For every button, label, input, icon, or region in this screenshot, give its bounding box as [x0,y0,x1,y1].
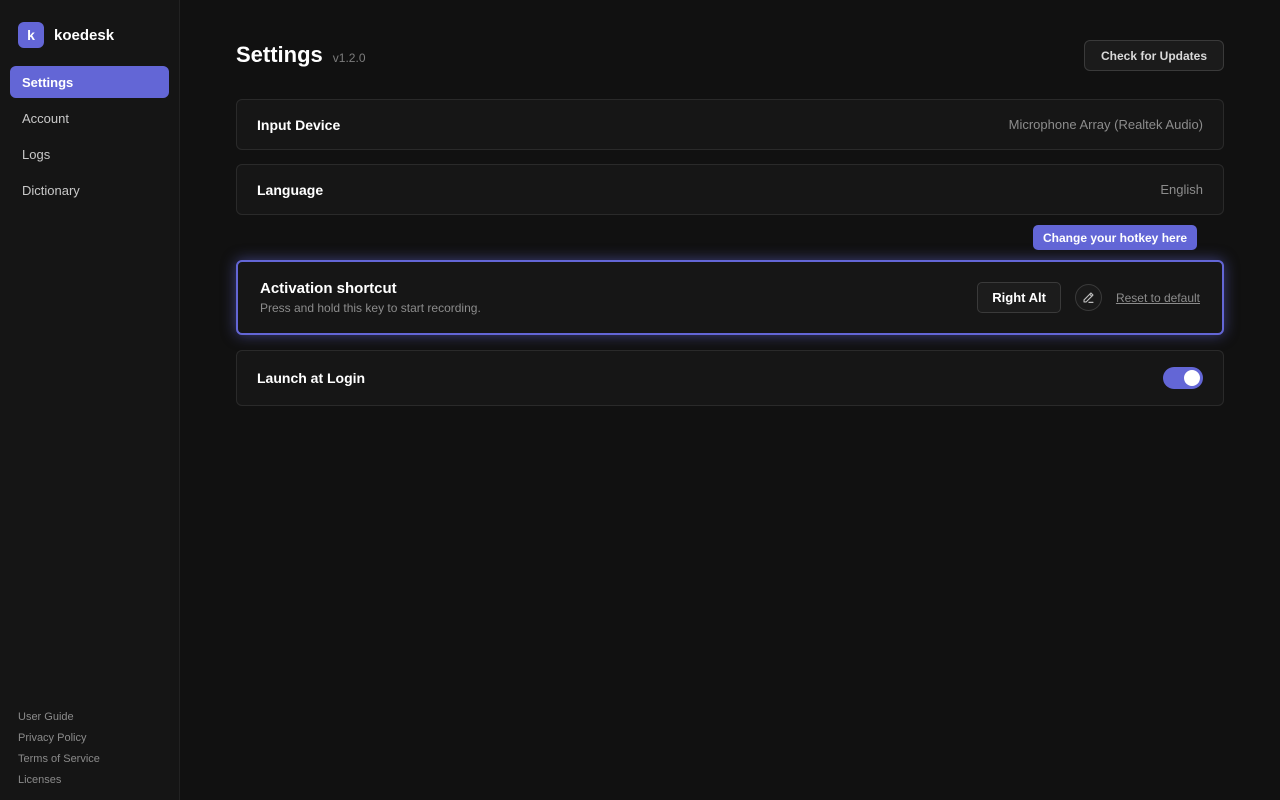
language-label: Language [257,181,324,198]
check-for-updates-button[interactable]: Check for Updates [1084,40,1224,71]
activation-shortcut-row: Activation shortcut Press and hold this … [236,260,1224,335]
edit-hotkey-button[interactable] [1074,284,1102,311]
sidebar-nav: Settings Account Logs Dictionary [10,66,169,210]
hotkey-chip[interactable]: Right Alt [977,282,1061,313]
launch-at-login-toggle[interactable] [1163,367,1203,389]
version-label: v1.2.0 [332,51,366,65]
shortcut-controls: Right Alt Reset to default [977,282,1200,313]
shortcut-title: Activation shortcut [260,280,397,297]
hotkey-hint-badge: Change your hotkey here [1033,225,1198,250]
brand-logo: k [18,22,44,48]
settings-panel: Settings v1.2.0 Check for Updates Input … [180,0,1280,800]
privacy-policy-link[interactable]: Privacy Policy [18,731,100,752]
licenses-link[interactable]: Licenses [18,773,100,794]
brand-name: koedesk [54,26,115,44]
sidebar-item-settings[interactable]: Settings [10,66,169,98]
language-row[interactable]: Language English [236,164,1224,215]
input-device-row[interactable]: Input Device Microphone Array (Realtek A… [236,99,1224,150]
pencil-icon [1083,292,1094,303]
input-device-value[interactable]: Microphone Array (Realtek Audio) [1009,117,1203,132]
reset-to-default-link[interactable]: Reset to default [1116,291,1200,305]
sidebar-item-dictionary[interactable]: Dictionary [10,174,169,206]
sidebar-item-logs[interactable]: Logs [10,138,169,170]
sidebar: k koedesk Settings Account Logs Dictiona… [0,0,180,800]
shortcut-text: Activation shortcut Press and hold this … [260,280,481,315]
input-device-label: Input Device [257,116,341,133]
sidebar-item-account[interactable]: Account [10,102,169,134]
app-window: k koedesk Settings Account Logs Dictiona… [0,0,1280,800]
launch-at-login-label: Launch at Login [257,370,366,386]
shortcut-description: Press and hold this key to start recordi… [260,301,481,315]
page-title: Settings [236,42,323,67]
terms-of-service-link[interactable]: Terms of Service [18,752,100,773]
language-value[interactable]: English [1160,182,1203,197]
sidebar-footer-links: User Guide Privacy Policy Terms of Servi… [18,710,100,794]
user-guide-link[interactable]: User Guide [18,710,100,731]
brand: k koedesk [18,22,114,48]
page-header: Settings v1.2.0 [236,42,366,68]
launch-at-login-row: Launch at Login [236,350,1224,406]
toggle-knob [1184,370,1200,386]
